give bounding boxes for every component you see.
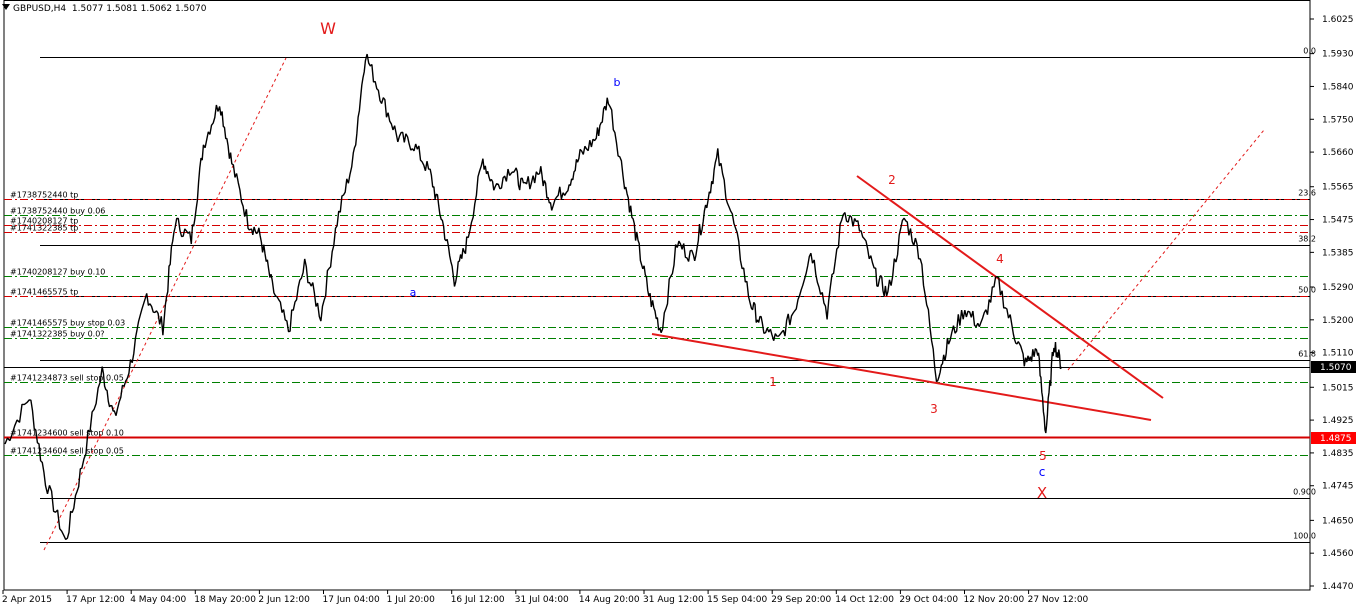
y-tick-label: 1.5110 xyxy=(1322,349,1354,359)
x-tick-label: 2 Apr 2015 xyxy=(2,595,52,605)
x-tick-label: 14 Aug 20:00 xyxy=(579,595,640,605)
fib-level-label: 61.8 xyxy=(1298,350,1316,359)
y-tick-label: 1.5015 xyxy=(1322,383,1354,393)
y-tick-label: 1.4835 xyxy=(1322,449,1354,459)
y-tick-label: 1.4470 xyxy=(1322,582,1354,592)
x-tick-label: 31 Aug 12:00 xyxy=(643,595,704,605)
y-tick-label: 1.6025 xyxy=(1322,15,1354,25)
fib-level-label: 38.2 xyxy=(1298,235,1316,244)
fib-level-label: 0.0 xyxy=(1303,47,1316,56)
order-level-label: #1738752440 buy 0.06 xyxy=(10,207,105,216)
y-tick-label: 1.5290 xyxy=(1322,283,1354,293)
wave-label-a: a xyxy=(410,286,417,299)
wave-label-4: 4 xyxy=(996,252,1004,266)
y-tick-label: 1.5385 xyxy=(1322,248,1354,258)
y-tick-label: 1.5200 xyxy=(1322,316,1354,326)
y-tick-label: 1.5840 xyxy=(1322,82,1354,92)
x-tick-label: 15 Sep 04:00 xyxy=(707,595,767,605)
wedge-lower-line xyxy=(651,333,1152,421)
y-tick-label: 1.5565 xyxy=(1322,183,1354,193)
price-marker-label: 1.4875 xyxy=(1320,434,1352,444)
order-level-label: #1741322385 buy 0.0? xyxy=(10,330,105,339)
trading-chart-window[interactable]: GBPUSD,H4 1.5077 1.5081 1.5062 1.5070 1.… xyxy=(0,0,1356,608)
x-tick-label: 2 Jun 12:00 xyxy=(258,595,310,605)
x-tick-label: 16 Jul 12:00 xyxy=(451,595,505,605)
x-tick-label: 4 May 04:00 xyxy=(130,595,186,605)
plot-frame xyxy=(3,0,1311,591)
price-chart[interactable]: 1.6025 1.5930 1.5840 1.5750 1.5660 1.5565 1.54… xyxy=(0,0,1356,608)
y-tick-label: 1.4560 xyxy=(1322,549,1354,559)
order-level-label: #1741234604 sell stop 0.05 xyxy=(10,447,124,456)
price-marker-label: 1.5070 xyxy=(1320,363,1352,373)
order-level-label: #1741234600 sell stop 0.10 xyxy=(10,429,124,438)
wave-label-3: 3 xyxy=(930,402,938,416)
wave-label-2: 2 xyxy=(888,173,896,187)
x-tick-label: 31 Jul 04:00 xyxy=(515,595,569,605)
wave-label-c: c xyxy=(1039,465,1046,479)
x-tick-label: 17 Apr 12:00 xyxy=(66,595,125,605)
x-tick-label: 18 May 20:00 xyxy=(194,595,256,605)
dotted-trendline xyxy=(1067,129,1265,371)
x-tick-label: 1 Jul 20:00 xyxy=(387,595,436,605)
order-level-label: #1741322385 tp xyxy=(10,224,78,233)
wave-label-W: W xyxy=(320,19,336,38)
wave-label-X: X xyxy=(1037,484,1047,502)
wave-label-b: b xyxy=(614,76,621,89)
fib-level-label: 0.900 xyxy=(1293,488,1316,497)
x-tick-label: 29 Oct 04:00 xyxy=(899,595,958,605)
order-level-label: #1740208127 buy 0.10 xyxy=(10,268,105,277)
y-tick-label: 1.5930 xyxy=(1322,50,1354,60)
x-tick-label: 14 Oct 12:00 xyxy=(835,595,894,605)
x-tick-label: 29 Sep 20:00 xyxy=(771,595,831,605)
fib-level-label: 23.6 xyxy=(1298,189,1316,198)
x-tick-label: 12 Nov 20:00 xyxy=(964,595,1025,605)
x-tick-label: 27 Nov 12:00 xyxy=(1028,595,1089,605)
x-tick-label: 17 Jun 04:00 xyxy=(323,595,380,605)
order-level-label: #1741465575 buy stop 0.03 xyxy=(10,319,125,328)
y-tick-label: 1.4650 xyxy=(1322,516,1354,526)
order-level-label: #1741234873 sell stop 0.05 xyxy=(10,374,124,383)
order-level-label: #1741465575 tp xyxy=(10,288,78,297)
y-tick-label: 1.5750 xyxy=(1322,115,1354,125)
wave-label-1: 1 xyxy=(769,375,777,389)
y-tick-label: 1.4925 xyxy=(1322,416,1354,426)
y-tick-label: 1.5660 xyxy=(1322,148,1354,158)
order-level-label: #1738752440 tp xyxy=(10,191,78,200)
y-tick-label: 1.4745 xyxy=(1322,482,1354,492)
wedge-upper-line xyxy=(856,175,1164,399)
wave-label-5: 5 xyxy=(1039,449,1047,463)
fib-level-label: 50.0 xyxy=(1298,286,1316,295)
fib-level-label: 100.0 xyxy=(1293,532,1316,541)
y-tick-label: 1.5475 xyxy=(1322,216,1354,226)
